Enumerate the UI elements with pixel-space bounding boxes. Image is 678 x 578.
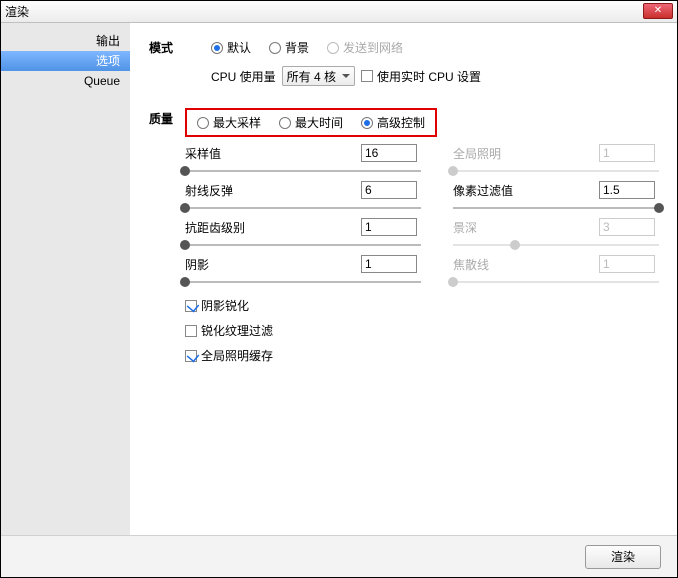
realtime-cpu-checkbox[interactable]: 使用实时 CPU 设置 <box>361 68 481 85</box>
radio-icon <box>269 42 281 54</box>
aa-slider[interactable] <box>185 238 421 252</box>
dropdown-value: 所有 4 核 <box>287 68 336 85</box>
radio-label: 发送到网络 <box>343 39 403 56</box>
sidebar-item-options[interactable]: 选项 <box>1 51 130 71</box>
quality-section: 质量 最大采样 最大时间 高级控制 <box>149 108 659 364</box>
checkbox-label: 全局照明缓存 <box>201 347 273 364</box>
mode-section-label: 模式 <box>149 37 211 56</box>
chevron-down-icon <box>342 74 350 78</box>
param-label-gi: 全局照明 <box>453 143 593 162</box>
radio-icon <box>279 117 291 129</box>
radio-icon <box>327 42 339 54</box>
cpu-usage-row: CPU 使用量 所有 4 核 使用实时 CPU 设置 <box>211 62 659 86</box>
radio-label: 默认 <box>227 39 251 56</box>
checkbox-label: 使用实时 CPU 设置 <box>377 68 481 85</box>
mode-radio-background[interactable]: 背景 <box>269 39 309 56</box>
radio-icon <box>197 117 209 129</box>
shadow-slider[interactable] <box>185 275 421 289</box>
render-button[interactable]: 渲染 <box>585 545 661 569</box>
pixel-filter-slider[interactable] <box>453 201 659 215</box>
quality-mode-highlight: 最大采样 最大时间 高级控制 <box>185 108 437 137</box>
param-label-dof: 景深 <box>453 217 593 236</box>
quality-checks: 阴影锐化 锐化纹理过滤 全局照明缓存 <box>185 297 659 364</box>
gi-slider <box>453 164 659 178</box>
sidebar-item-queue[interactable]: Queue <box>1 71 130 91</box>
mode-radioset: 默认 背景 发送到网络 <box>211 37 659 62</box>
shadow-sharpen-checkbox[interactable]: 阴影锐化 <box>185 297 659 314</box>
pixel-filter-input[interactable] <box>599 181 655 199</box>
checkbox-icon <box>185 300 197 312</box>
quality-section-label: 质量 <box>149 108 185 127</box>
footer: 渲染 <box>1 535 677 577</box>
gi-cache-checkbox[interactable]: 全局照明缓存 <box>185 347 659 364</box>
sidebar: 输出 选项 Queue <box>1 23 131 535</box>
gi-input <box>599 144 655 162</box>
ray-bounce-slider[interactable] <box>185 201 421 215</box>
radio-label: 高级控制 <box>377 114 425 131</box>
caustics-slider <box>453 275 659 289</box>
checkbox-label: 锐化纹理过滤 <box>201 322 273 339</box>
param-label-samples: 采样值 <box>185 143 355 162</box>
dof-slider <box>453 238 659 252</box>
radio-label: 最大时间 <box>295 114 343 131</box>
quality-radio-advanced[interactable]: 高级控制 <box>361 114 425 131</box>
param-label-ray-bounce: 射线反弹 <box>185 180 355 199</box>
cpu-cores-dropdown[interactable]: 所有 4 核 <box>282 66 355 86</box>
caustics-input <box>599 255 655 273</box>
sidebar-item-output[interactable]: 输出 <box>1 31 130 51</box>
aa-input[interactable] <box>361 218 417 236</box>
quality-radio-max-samples[interactable]: 最大采样 <box>197 114 261 131</box>
radio-icon <box>361 117 373 129</box>
param-label-shadow: 阴影 <box>185 254 355 273</box>
checkbox-icon <box>361 70 373 82</box>
render-dialog: 渲染 ✕ 输出 选项 Queue 模式 默认 <box>0 0 678 578</box>
checkbox-icon <box>185 350 197 362</box>
radio-label: 背景 <box>285 39 309 56</box>
main-panel: 模式 默认 背景 发送到网络 <box>131 23 677 535</box>
checkbox-label: 阴影锐化 <box>201 297 249 314</box>
quality-params: 采样值 全局照明 射线反弹 像素过滤值 <box>185 143 659 289</box>
param-label-caustics: 焦散线 <box>453 254 593 273</box>
ray-bounce-input[interactable] <box>361 181 417 199</box>
quality-radio-max-time[interactable]: 最大时间 <box>279 114 343 131</box>
shadow-input[interactable] <box>361 255 417 273</box>
mode-radio-default[interactable]: 默认 <box>211 39 251 56</box>
mode-section: 模式 默认 背景 发送到网络 <box>149 37 659 86</box>
close-icon[interactable]: ✕ <box>643 3 673 19</box>
radio-icon <box>211 42 223 54</box>
window-title: 渲染 <box>5 3 29 20</box>
cpu-usage-label: CPU 使用量 <box>211 68 276 85</box>
param-label-aa: 抗距齿级别 <box>185 217 355 236</box>
param-label-pixel-filter: 像素过滤值 <box>453 180 593 199</box>
samples-slider[interactable] <box>185 164 421 178</box>
samples-input[interactable] <box>361 144 417 162</box>
mode-radio-network: 发送到网络 <box>327 39 403 56</box>
dof-input <box>599 218 655 236</box>
radio-label: 最大采样 <box>213 114 261 131</box>
checkbox-icon <box>185 325 197 337</box>
titlebar: 渲染 ✕ <box>1 1 677 23</box>
dialog-body: 输出 选项 Queue 模式 默认 背景 <box>1 23 677 535</box>
sharpen-texture-checkbox[interactable]: 锐化纹理过滤 <box>185 322 659 339</box>
